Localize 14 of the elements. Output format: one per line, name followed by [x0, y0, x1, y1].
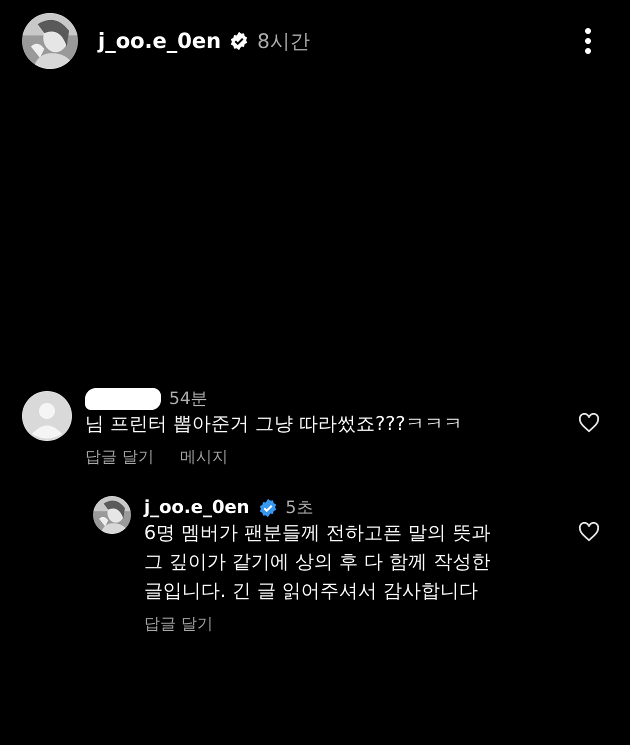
more-options-icon[interactable] — [584, 28, 592, 54]
comment-action-link[interactable]: 답글 달기 — [85, 447, 154, 468]
post-username[interactable]: j_oo.e_0en — [98, 29, 222, 53]
comment-username[interactable]: j_oo.e_0en — [144, 497, 250, 518]
like-button[interactable] — [578, 522, 600, 544]
comment-action-link[interactable]: 메시지 — [180, 447, 228, 468]
comment-time: 54분 — [169, 388, 208, 410]
comment-action-link[interactable]: 답글 달기 — [144, 614, 214, 635]
comment-text: 6명 멤버가 팬분들께 전하고픈 말의 뜻과 그 깊이가 같기에 상의 후 다 함께 작성한 글입니다. 긴 글 읽어주셔서 감사합니다 — [144, 521, 492, 604]
comment-time: 5초 — [286, 497, 314, 519]
post-time: 8시간 — [257, 28, 310, 54]
like-button[interactable] — [578, 413, 600, 435]
comment-text: 님 프린터 뽑아준거 그냥 따라썼죠???ㅋㅋㅋ — [85, 412, 464, 437]
default-avatar-icon — [22, 391, 72, 441]
